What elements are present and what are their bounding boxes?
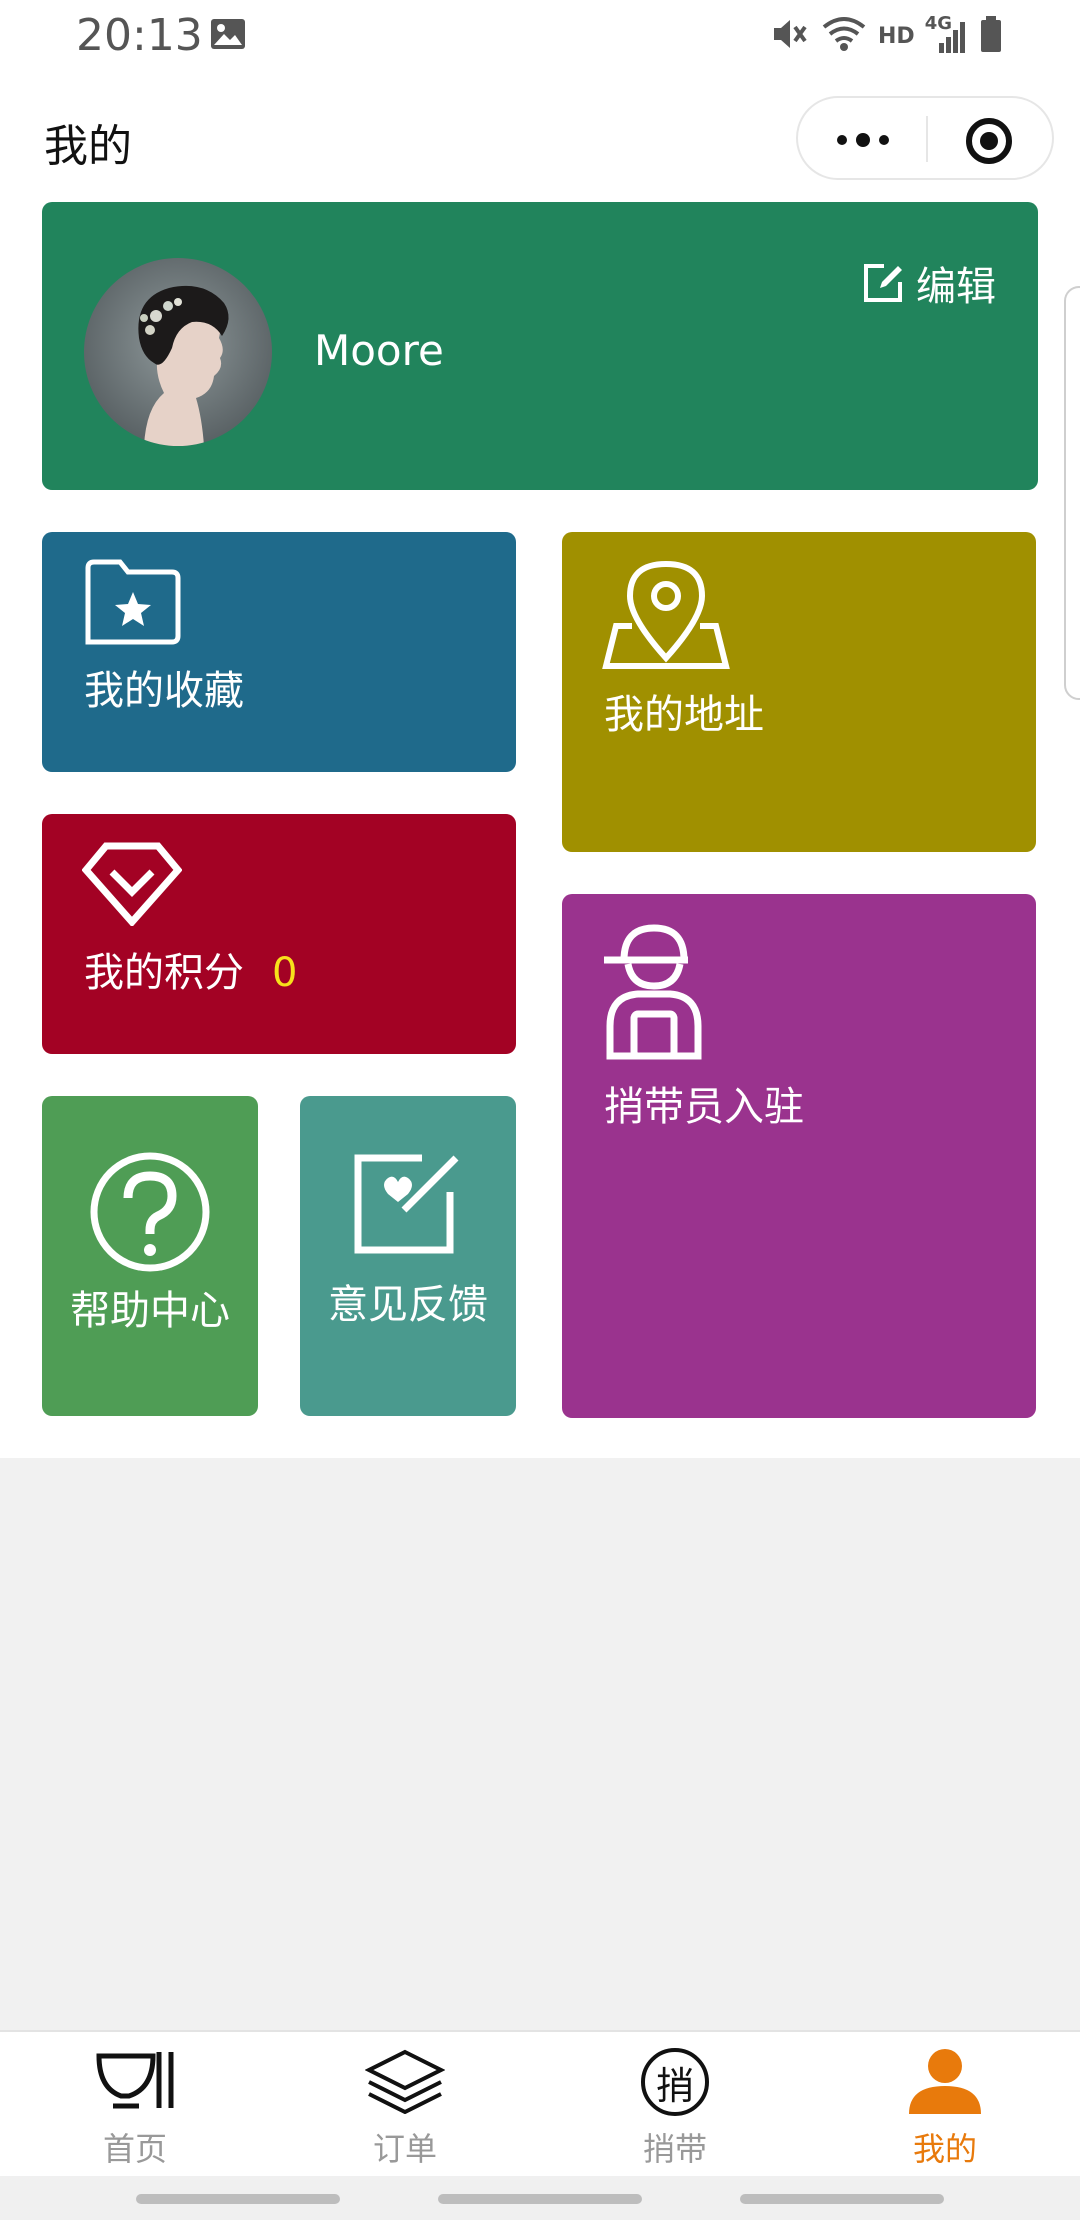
miniprogram-capsule [796, 96, 1054, 180]
bowl-chopsticks-icon [96, 2052, 174, 2109]
my-points-label: 我的积分 0 [84, 940, 297, 998]
my-favorites-tile[interactable]: 我的收藏 [42, 532, 516, 772]
hd-label: HD [878, 23, 915, 49]
tab-mine[interactable]: 我的 [810, 2032, 1080, 2178]
folder-star-icon [85, 559, 181, 645]
more-options-button[interactable] [828, 120, 898, 160]
username: Moore [314, 326, 444, 375]
tab-orders-label: 订单 [372, 2130, 437, 2168]
help-center-tile[interactable]: 帮助中心 [42, 1096, 258, 1416]
edge-scroll-hint [1064, 286, 1080, 700]
courier-signup-label: 捎带员入驻 [604, 1084, 804, 1130]
feedback-tile[interactable]: 意见反馈 [300, 1096, 516, 1416]
location-pin-icon [602, 560, 730, 669]
gesture-handle-left[interactable] [136, 2194, 340, 2204]
page-title: 我的 [44, 121, 132, 172]
edit-icon [864, 264, 902, 302]
tab-mine-label: 我的 [912, 2130, 977, 2168]
points-title: 我的积分 [84, 950, 244, 996]
close-miniprogram-button[interactable] [964, 116, 1014, 166]
tab-home[interactable]: 首页 [0, 2032, 270, 2178]
capsule-divider [926, 116, 928, 162]
tab-shaodai[interactable]: 捎 捎带 [540, 2032, 810, 2178]
courier-signup-tile[interactable]: 捎带员入驻 [562, 894, 1036, 1418]
my-points-tile[interactable]: 我的积分 0 [42, 814, 516, 1054]
diamond-icon [82, 842, 182, 926]
status-time: 20:13 [76, 10, 203, 61]
gesture-handle-center[interactable] [438, 2194, 642, 2204]
layers-icon [365, 2049, 445, 2114]
user-icon [909, 2049, 981, 2114]
tab-shaodai-label: 捎带 [642, 2130, 707, 2168]
my-address-label: 我的地址 [604, 692, 764, 738]
wifi-icon [820, 15, 868, 57]
gallery-notification-icon [210, 18, 246, 54]
edit-profile-button[interactable]: 编辑 [862, 254, 996, 312]
feedback-edit-icon [354, 1154, 459, 1254]
shao-char-icon: 捎 [641, 2048, 709, 2116]
feedback-label: 意见反馈 [328, 1282, 488, 1328]
profile-card[interactable]: Moore 编辑 [42, 202, 1038, 490]
gesture-navigation-bar [0, 2176, 1080, 2220]
my-favorites-label: 我的收藏 [84, 668, 244, 714]
target-circle-icon [966, 118, 1012, 164]
question-circle-icon [90, 1152, 210, 1272]
points-value: 0 [272, 950, 298, 996]
bottom-tab-bar: 首页 订单 捎 捎带 我的 [0, 2030, 1080, 2176]
my-address-tile[interactable]: 我的地址 [562, 532, 1036, 852]
help-center-label: 帮助中心 [70, 1288, 230, 1334]
more-dots-icon [837, 133, 889, 147]
tab-home-label: 首页 [102, 2130, 167, 2168]
signal-icon: 4G [925, 13, 969, 55]
avatar[interactable] [84, 258, 272, 446]
courier-person-icon [604, 924, 702, 1060]
gesture-handle-right[interactable] [740, 2194, 944, 2204]
mute-icon [770, 15, 810, 57]
battery-icon [979, 15, 1003, 57]
tab-orders[interactable]: 订单 [270, 2032, 540, 2178]
status-icons: HD 4G [770, 13, 1003, 58]
edit-label: 编辑 [916, 264, 996, 310]
shao-glyph: 捎 [655, 2063, 694, 2108]
